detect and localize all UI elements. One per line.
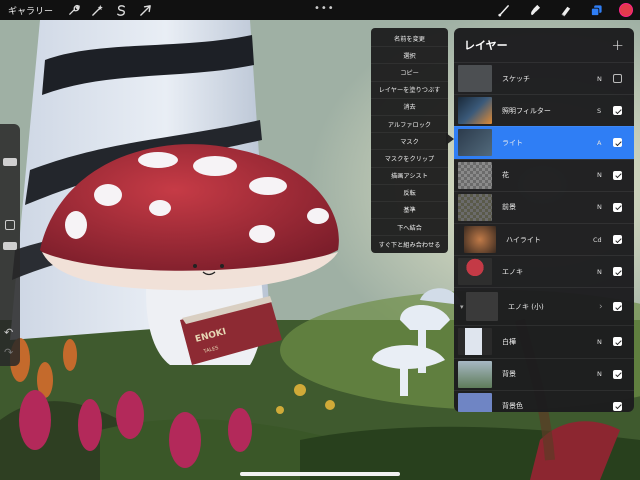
layer-name: 花: [502, 171, 509, 180]
layer-thumbnail: [464, 225, 496, 253]
menu-item-drawing-assist[interactable]: 描画アシスト: [371, 168, 448, 185]
layer-row[interactable]: 前景 N: [454, 190, 634, 223]
layer-name: 背景: [502, 370, 516, 379]
layer-row[interactable]: エノキ N: [454, 255, 634, 287]
menu-item-fill-layer[interactable]: レイヤーを塗りつぶす: [371, 82, 448, 99]
layer-row[interactable]: ▏ ハイライト Cd: [454, 222, 634, 255]
layer-visibility-checkbox[interactable]: [613, 302, 622, 312]
home-indicator: [240, 472, 400, 476]
layer-name: エノキ (小): [508, 302, 544, 311]
layer-visibility-checkbox[interactable]: [613, 138, 622, 148]
brush-size-slider-thumb[interactable]: [3, 158, 17, 166]
menu-item-clear[interactable]: 消去: [371, 99, 448, 116]
layers-panel: レイヤー + スケッチ N 照明フィルター S ライト A 花 N 前景 N ▏…: [454, 28, 634, 412]
menu-item-alpha-lock[interactable]: アルファロック: [371, 116, 448, 134]
menu-item-combine-down[interactable]: すぐ下と組み合わせる: [371, 236, 448, 253]
layer-visibility-checkbox[interactable]: [613, 337, 622, 347]
layer-visibility-checkbox[interactable]: [613, 369, 622, 379]
blend-mode-button[interactable]: Cd: [593, 236, 602, 244]
group-expand-icon[interactable]: ▾: [460, 303, 464, 311]
selection-s-icon[interactable]: [111, 0, 131, 20]
layer-thumbnail: [458, 129, 492, 157]
layer-visibility-checkbox[interactable]: [613, 170, 622, 180]
blend-mode-button[interactable]: S: [597, 107, 601, 115]
blend-mode-button[interactable]: N: [597, 370, 602, 378]
menu-pointer-arrow: [446, 133, 454, 145]
layers-panel-title: レイヤー: [464, 39, 508, 52]
more-options-icon[interactable]: •••: [314, 3, 335, 14]
layer-visibility-checkbox[interactable]: [613, 74, 622, 84]
menu-item-invert[interactable]: 反転: [371, 185, 448, 202]
layer-row[interactable]: 白樺 N: [454, 325, 634, 357]
layer-row[interactable]: 花 N: [454, 158, 634, 191]
blend-mode-button[interactable]: N: [597, 338, 602, 346]
layer-name: 白樺: [502, 337, 516, 346]
brush-icon[interactable]: [493, 0, 513, 20]
layer-row-selected[interactable]: ライト A: [454, 126, 634, 159]
layer-thumbnail: [458, 161, 492, 189]
layer-name: 前景: [502, 203, 516, 212]
menu-item-merge-down[interactable]: 下へ結合: [371, 219, 448, 237]
layer-thumbnail: [458, 65, 492, 92]
blend-mode-button[interactable]: A: [597, 139, 601, 147]
transform-arrow-icon[interactable]: [135, 0, 155, 20]
opacity-slider-thumb[interactable]: [3, 242, 17, 250]
layer-group-row[interactable]: ▾ エノキ (小) ›: [454, 287, 634, 325]
layer-row[interactable]: 背景 N: [454, 357, 634, 390]
layer-visibility-checkbox[interactable]: [613, 235, 622, 245]
layer-thumbnail: [458, 97, 492, 125]
add-layer-button[interactable]: +: [611, 36, 624, 54]
menu-item-select[interactable]: 選択: [371, 47, 448, 65]
blend-mode-button[interactable]: N: [597, 268, 602, 276]
undo-icon[interactable]: ↶: [4, 326, 13, 339]
layer-thumbnail: [458, 258, 492, 286]
layers-icon[interactable]: [586, 0, 606, 20]
color-picker-button[interactable]: [619, 3, 633, 17]
layer-options-menu: 名前を変更 選択 コピー レイヤーを塗りつぶす 消去 アルファロック マスク マ…: [371, 28, 448, 253]
layers-panel-header: レイヤー +: [454, 28, 634, 62]
layer-thumbnail: [466, 292, 498, 322]
layer-name: 照明フィルター: [502, 106, 551, 115]
menu-item-mask[interactable]: マスク: [371, 133, 448, 151]
magic-wand-icon[interactable]: [87, 0, 107, 20]
layer-name: 背景色: [502, 402, 523, 411]
redo-icon[interactable]: ↷: [4, 346, 13, 359]
menu-item-copy[interactable]: コピー: [371, 64, 448, 82]
layer-name: エノキ: [502, 267, 523, 276]
chevron-right-icon[interactable]: ›: [599, 302, 603, 312]
layer-row[interactable]: 照明フィルター S: [454, 94, 634, 126]
layer-visibility-checkbox[interactable]: [613, 202, 622, 212]
layer-visibility-checkbox[interactable]: [613, 267, 622, 277]
layer-row[interactable]: スケッチ N: [454, 62, 634, 94]
blend-mode-button[interactable]: N: [597, 75, 602, 83]
gallery-button[interactable]: ギャラリー: [0, 4, 59, 17]
layer-visibility-checkbox[interactable]: [613, 401, 622, 411]
layer-thumbnail: [458, 193, 492, 221]
layer-name: ハイライト: [506, 235, 541, 244]
layer-thumbnail: [458, 328, 492, 356]
layer-row[interactable]: 背景色: [454, 389, 634, 412]
smudge-icon[interactable]: [524, 0, 544, 20]
top-toolbar: ギャラリー •••: [0, 0, 640, 20]
menu-item-clipping-mask[interactable]: マスクをクリップ: [371, 150, 448, 168]
layer-thumbnail: [458, 360, 492, 388]
wrench-icon[interactable]: [63, 0, 83, 20]
blend-mode-button[interactable]: N: [597, 171, 602, 179]
background-color-swatch[interactable]: [458, 392, 492, 412]
side-slider-bar: ↶ ↷: [0, 124, 20, 366]
eyedropper-square-button[interactable]: [5, 220, 15, 230]
layer-visibility-checkbox[interactable]: [613, 106, 622, 116]
layer-name: ライト: [502, 138, 523, 147]
blend-mode-button[interactable]: N: [597, 203, 602, 211]
menu-item-rename[interactable]: 名前を変更: [371, 30, 448, 48]
eraser-icon[interactable]: [555, 0, 575, 20]
layer-name: スケッチ: [502, 74, 530, 83]
menu-item-reference[interactable]: 基準: [371, 202, 448, 220]
